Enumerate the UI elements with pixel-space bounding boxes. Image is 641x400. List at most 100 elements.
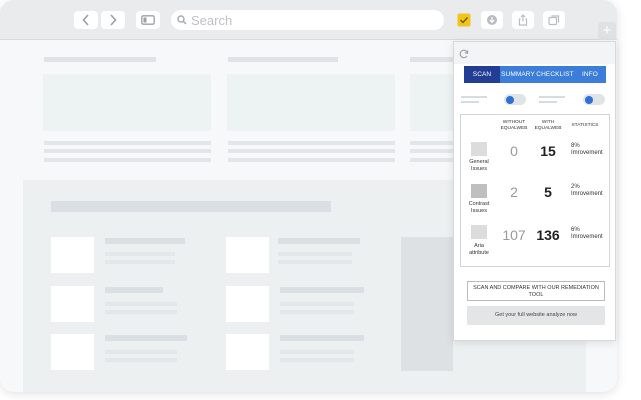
toggle-row	[459, 94, 611, 106]
toggle-knob	[506, 95, 514, 104]
placeholder-text-line	[228, 149, 395, 153]
placeholder-text-line	[410, 158, 454, 162]
toggle-switch[interactable]	[583, 94, 605, 105]
placeholder-item-line	[278, 260, 352, 264]
value-with: 136	[536, 227, 560, 243]
row-label-aria-attribute: Aria attribute	[469, 243, 489, 256]
placeholder-item-title	[278, 238, 360, 244]
placeholder-item-line	[105, 358, 177, 362]
placeholder-text-line	[44, 158, 211, 162]
placeholder-text-line	[410, 149, 454, 153]
row-swatch	[471, 142, 487, 156]
placeholder-thumbnail	[51, 237, 94, 273]
placeholder-card-image	[43, 74, 211, 131]
placeholder-item-title	[105, 335, 187, 341]
scan-and-compare-button[interactable]: SCAN AND COMPARE WITH OUR REMEDIATION TO…	[467, 281, 605, 301]
placeholder-thumbnail	[226, 286, 269, 322]
placeholder-heading	[228, 57, 338, 62]
share-icon	[518, 14, 528, 26]
column-header-statistics: STATISTICS	[571, 123, 599, 128]
placeholder-text-line	[410, 141, 454, 145]
column-header-with: WITH EQUALWEB	[534, 120, 562, 131]
row-swatch	[471, 225, 487, 239]
scan-results-table: WITHOUT EQUALWEB WITH EQUALWEB STATISTIC…	[460, 114, 610, 267]
toggle-label-placeholder	[539, 96, 565, 98]
toggle-switch[interactable]	[504, 94, 526, 105]
download-icon	[487, 15, 497, 25]
new-tab-icon: +	[602, 22, 612, 39]
placeholder-card-image	[227, 74, 395, 131]
download-button[interactable]	[481, 11, 503, 29]
row-label-contrast-issues: Contrast Issues	[468, 201, 490, 214]
toggle-knob	[585, 95, 593, 104]
equalweb-extension-button[interactable]	[453, 11, 475, 29]
placeholder-item-title	[105, 287, 163, 293]
value-without: 107	[502, 227, 526, 243]
placeholder-item-line	[105, 310, 177, 314]
forward-button[interactable]	[101, 11, 125, 29]
placeholder-item-title	[105, 238, 185, 244]
placeholder-item-line	[278, 252, 352, 256]
placeholder-text-line	[228, 141, 395, 145]
value-with: 15	[540, 143, 556, 159]
placeholder-item-line	[280, 358, 354, 362]
tab-scan[interactable]: SCAN	[464, 66, 500, 83]
share-button[interactable]	[512, 11, 534, 29]
placeholder-thumbnail	[226, 237, 269, 273]
placeholder-text-line	[44, 149, 211, 153]
placeholder-thumbnail	[226, 334, 269, 370]
equalweb-extension-popup: SCAN SUMMARY CHECKLIST INFO WITHOUT EQUA…	[453, 41, 616, 341]
placeholder-item-line	[280, 350, 354, 354]
popup-header	[454, 42, 615, 64]
chevron-right-icon	[110, 14, 117, 26]
refresh-icon[interactable]	[459, 49, 469, 59]
sidebar-button[interactable]	[136, 11, 160, 29]
placeholder-heading	[410, 57, 454, 62]
popup-tab-bar: SCAN SUMMARY CHECKLIST INFO	[464, 66, 606, 83]
tab-checklist[interactable]: CHECKLIST	[536, 66, 574, 83]
value-statistics: 8% Imrovement	[571, 143, 603, 156]
value-with: 5	[544, 184, 552, 200]
value-statistics: 6% Imrovement	[571, 227, 603, 240]
new-tab-button[interactable]: +	[598, 22, 616, 40]
tab-info[interactable]: INFO	[574, 66, 606, 83]
toggle-label-placeholder	[539, 101, 557, 103]
placeholder-item-line	[280, 310, 354, 314]
placeholder-text-line	[228, 158, 395, 162]
row-swatch	[471, 184, 487, 198]
tabs-button[interactable]	[543, 11, 565, 29]
analyze-website-button[interactable]: Get your full website analyze now	[467, 306, 605, 325]
placeholder-card-image	[410, 74, 454, 131]
search-input[interactable]	[191, 12, 421, 28]
placeholder-text-line	[44, 141, 211, 145]
chevron-left-icon	[82, 14, 89, 26]
placeholder-side-block	[401, 237, 453, 371]
placeholder-panel-title	[51, 201, 331, 212]
toggle-label-placeholder	[461, 101, 479, 103]
row-label-general-issues: General Issues	[469, 159, 489, 172]
placeholder-item-title	[280, 335, 364, 341]
browser-toolbar	[0, 0, 617, 40]
stage: +	[0, 0, 641, 400]
placeholder-item-line	[105, 260, 175, 264]
address-search-bar[interactable]	[171, 10, 444, 30]
column-header-without: WITHOUT EQUALWEB	[500, 120, 528, 131]
sidebar-icon	[141, 15, 155, 25]
placeholder-item-line	[105, 302, 177, 306]
tab-summary[interactable]: SUMMARY	[500, 66, 536, 83]
value-without: 0	[510, 143, 518, 159]
tabs-icon	[548, 15, 560, 26]
search-icon	[177, 15, 187, 25]
placeholder-item-line	[280, 302, 354, 306]
placeholder-thumbnail	[51, 286, 94, 322]
value-without: 2	[510, 184, 518, 200]
placeholder-thumbnail	[51, 334, 94, 370]
placeholder-item-line	[105, 350, 177, 354]
placeholder-item-line	[105, 252, 175, 256]
placeholder-heading	[44, 57, 156, 62]
equalweb-extension-icon	[457, 13, 471, 27]
value-statistics: 2% Imrovement	[571, 184, 603, 197]
toggle-label-placeholder	[461, 96, 487, 98]
placeholder-item-title	[280, 287, 364, 293]
back-button[interactable]	[74, 11, 98, 29]
